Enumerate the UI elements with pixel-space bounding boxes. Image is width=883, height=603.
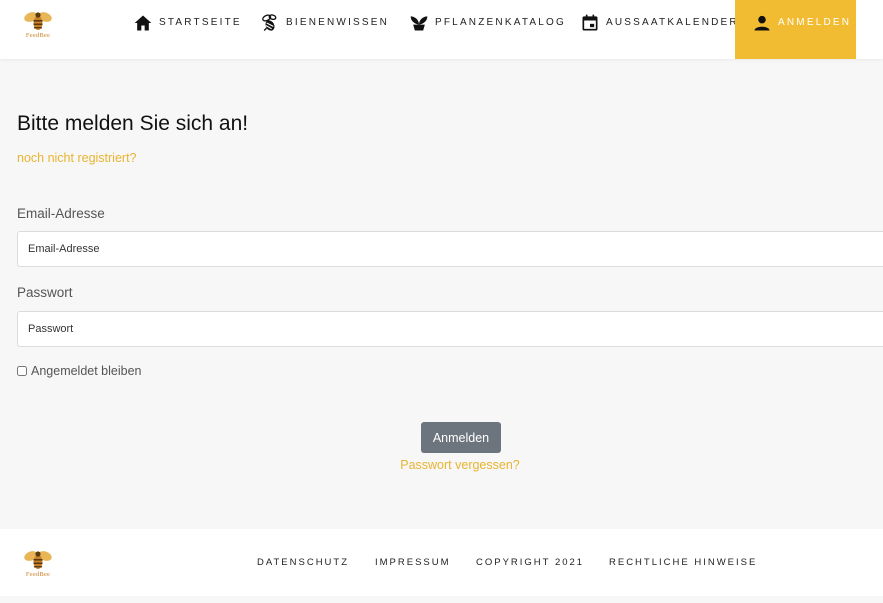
logo-text: FeedBee [25,571,51,578]
nav-item-anmelden[interactable]: Anmelden [735,0,856,59]
register-link[interactable]: noch nicht registriert? [17,151,137,165]
bee-logo-icon [24,12,52,30]
remember-me[interactable]: Angemeldet bleiben [17,364,142,378]
footer-link-impressum[interactable]: Impressum [375,557,451,568]
footer-link-rechtliche-hinweise[interactable]: Rechtliche Hinweise [609,557,757,568]
email-label: Email-Adresse [17,206,105,221]
password-field[interactable] [17,311,883,347]
forgot-password-text[interactable]: Passwort vergessen? [400,458,520,472]
remember-checkbox[interactable] [17,366,27,376]
nav-label: Anmelden [778,17,852,28]
logo-text: FeedBee [25,32,51,39]
login-section: Bitte melden Sie sich an! noch nicht reg… [0,59,883,529]
password-label: Passwort [17,285,73,300]
calendar-icon [582,14,598,30]
nav-item-bienenwissen[interactable]: Bienenwissen [260,0,389,59]
top-navbar: FeedBee Startseite Bienenwissen Pflanzen… [0,0,883,59]
email-field[interactable] [17,231,883,267]
person-icon [754,15,770,30]
remember-label: Angemeldet bleiben [31,364,142,378]
home-icon [134,15,152,30]
feedbee-logo[interactable]: FeedBee [20,9,56,43]
forgot-password-link: Passwort vergessen? [0,458,883,472]
nav-item-startseite[interactable]: Startseite [133,0,242,59]
bee-logo-icon [24,551,52,569]
login-button[interactable]: Anmelden [421,422,501,453]
nav-label: Pflanzenkatalog [435,17,566,28]
nav-item-pflanzenkatalog[interactable]: Pflanzenkatalog [409,0,566,59]
footer-copyright: Copyright 2021 [476,557,585,568]
footer-link-datenschutz[interactable]: Datenschutz [257,557,349,568]
footer-logo[interactable]: FeedBee [20,548,56,582]
nav-label: Aussaatkalender [606,17,739,28]
nav-label: Startseite [159,17,242,28]
footer: FeedBee Datenschutz Impressum Copyright … [0,529,883,596]
page-title: Bitte melden Sie sich an! [17,112,249,135]
plant-icon [410,15,428,30]
bee-icon [262,13,277,31]
nav-label: Bienenwissen [286,17,390,28]
nav-item-aussaatkalender[interactable]: Aussaatkalender [580,0,739,59]
